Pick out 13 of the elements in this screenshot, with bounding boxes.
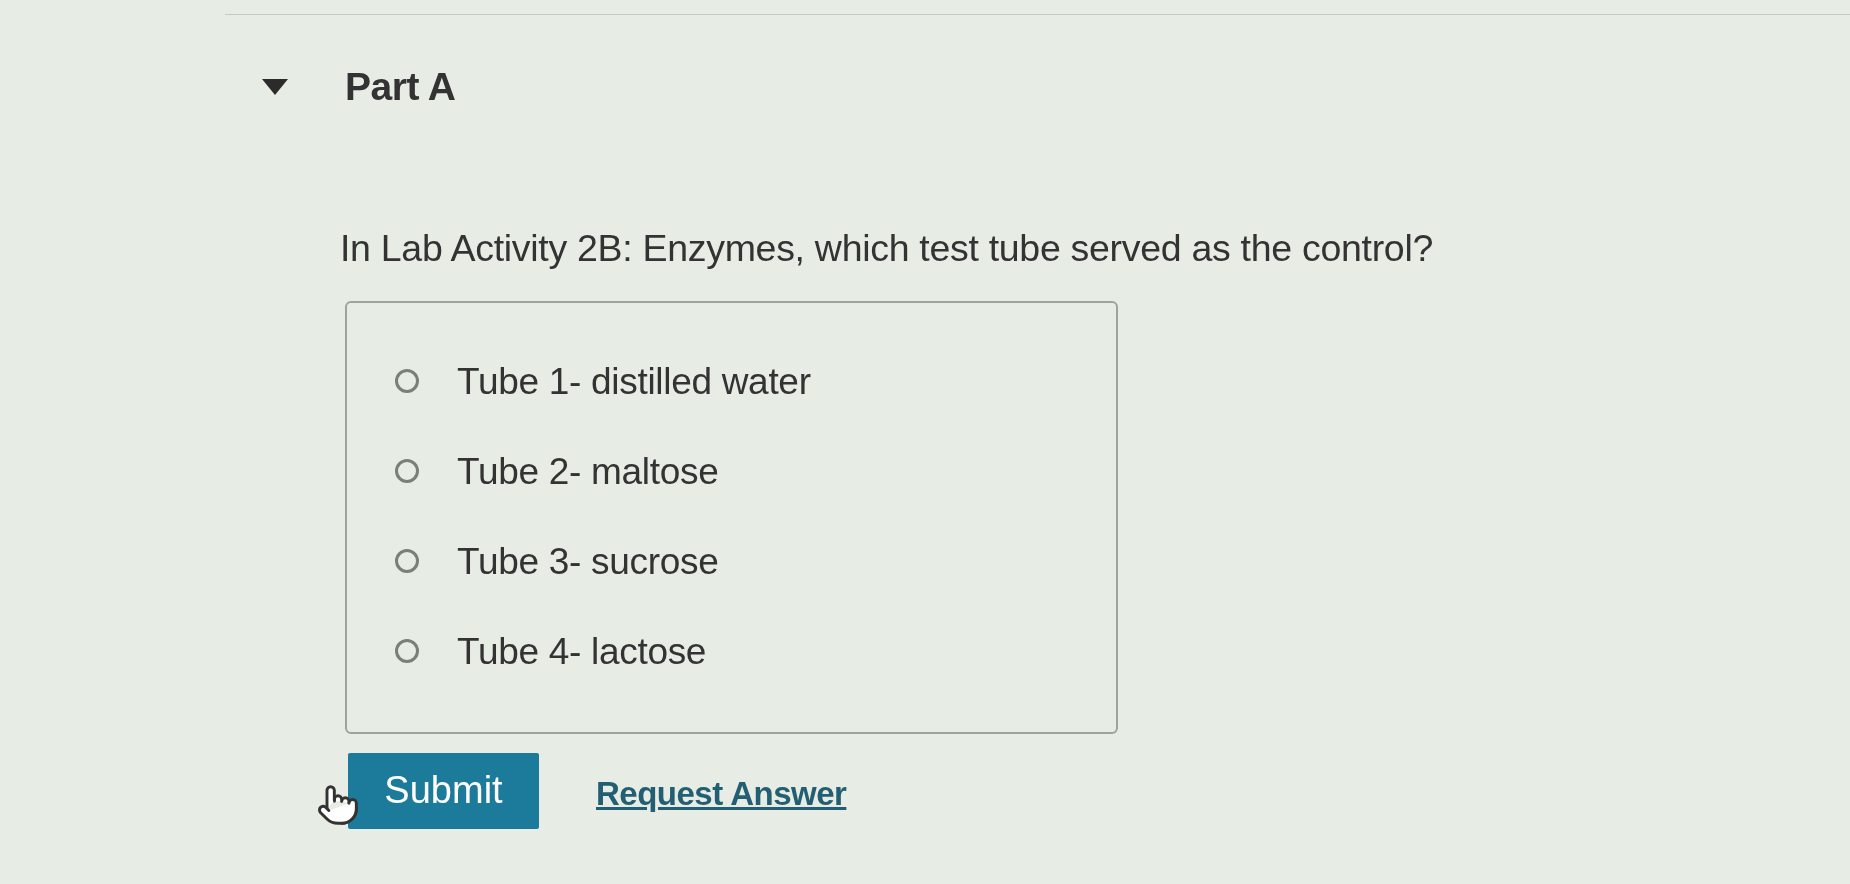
option-label[interactable]: Tube 1- distilled water [457,362,811,400]
radio-button[interactable] [395,459,419,483]
caret-icon[interactable] [262,78,288,95]
radio-button[interactable] [395,639,419,663]
option-label[interactable]: Tube 2- maltose [457,452,719,490]
radio-button[interactable] [395,369,419,393]
question-text: In Lab Activity 2B: Enzymes, which test tube served as the control? [340,230,1434,268]
radio-button[interactable] [395,549,419,573]
option-label[interactable]: Tube 4- lactose [457,632,707,670]
option-label[interactable]: Tube 3- sucrose [457,542,719,580]
submit-button[interactable]: Submit [348,752,539,829]
part-title: Part A [345,67,456,106]
request-answer-link[interactable]: Request Answer [596,768,847,819]
